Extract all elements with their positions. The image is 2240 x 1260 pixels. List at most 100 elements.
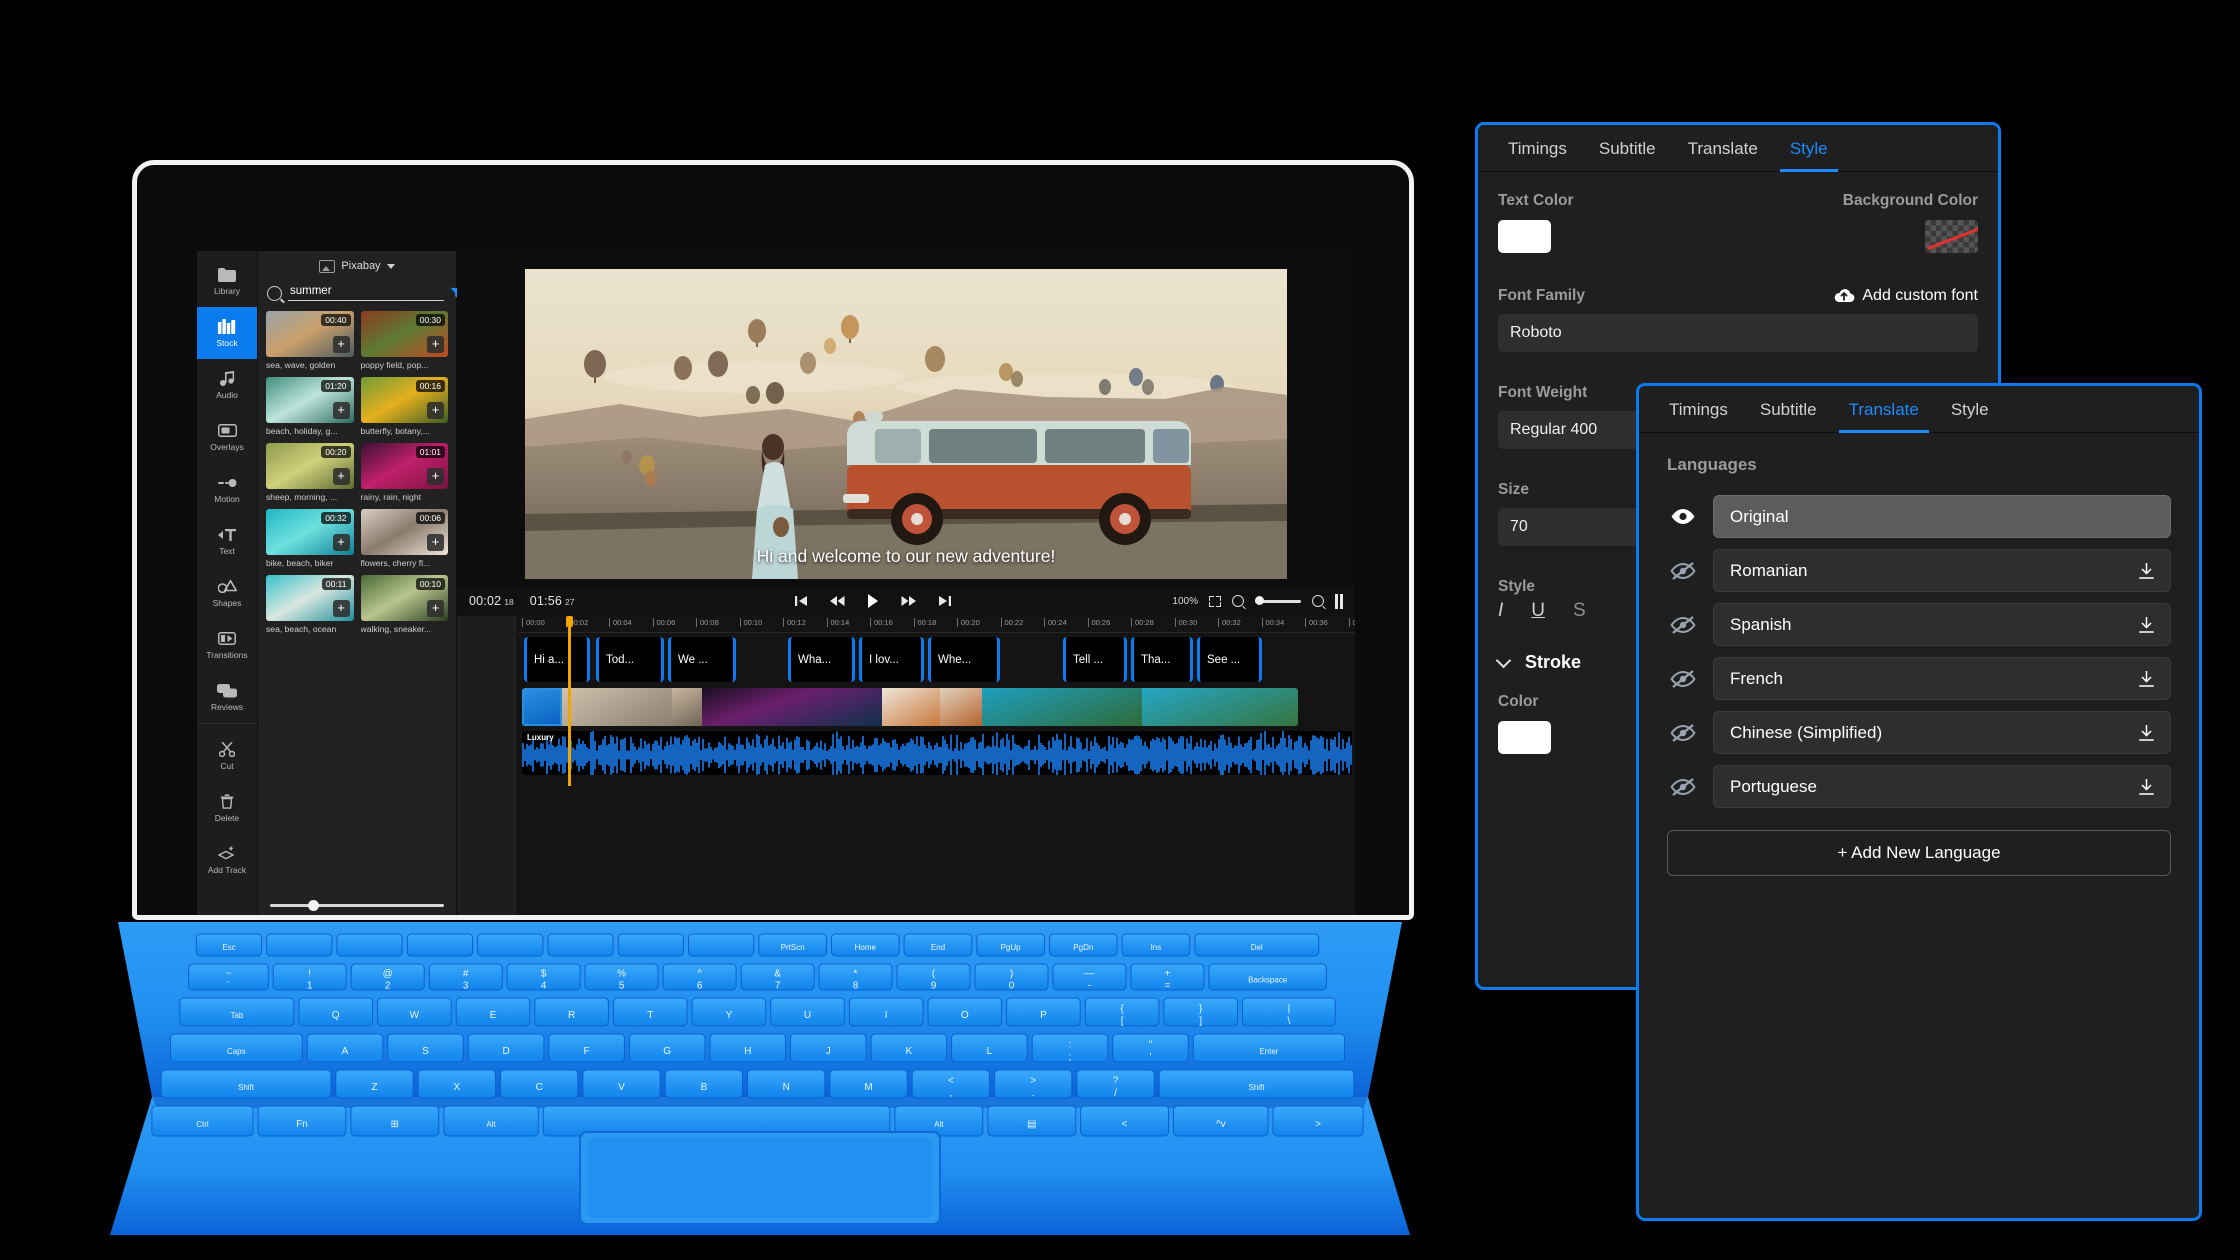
strikethrough-button[interactable]: S <box>1573 600 1586 622</box>
language-pill[interactable]: Spanish <box>1713 603 2171 646</box>
fit-screen-icon[interactable] <box>1209 595 1221 607</box>
rail-item-reviews[interactable]: Reviews <box>197 671 257 723</box>
translate-panel-tab-timings[interactable]: Timings <box>1653 386 1744 432</box>
add-to-timeline-button[interactable]: + <box>332 600 350 617</box>
slider-knob[interactable] <box>308 900 320 911</box>
download-icon[interactable] <box>2139 778 2154 795</box>
video-clip-segment[interactable] <box>522 688 562 726</box>
style-panel-tab-style[interactable]: Style <box>1774 125 1844 172</box>
video-clip-segment[interactable] <box>672 688 702 726</box>
style-panel-tab-translate[interactable]: Translate <box>1672 125 1774 171</box>
add-to-timeline-button[interactable]: + <box>332 402 350 419</box>
visibility-toggle[interactable] <box>1667 669 1699 688</box>
style-panel-tab-timings[interactable]: Timings <box>1492 125 1583 171</box>
stock-item[interactable]: 00:10 + walking, sneaker... <box>360 575 448 634</box>
timeline-tool-cut[interactable]: Cut <box>197 730 257 782</box>
subtitle-clip[interactable]: See ... <box>1197 637 1262 682</box>
download-icon[interactable] <box>2139 616 2154 633</box>
visibility-toggle[interactable] <box>1667 615 1699 634</box>
translate-panel-tab-translate[interactable]: Translate <box>1833 386 1935 433</box>
zoom-out-icon[interactable] <box>1232 595 1244 607</box>
stock-thumbnail[interactable]: 00:10 + <box>360 575 448 621</box>
rail-item-overlays[interactable]: Overlays <box>197 411 257 463</box>
add-to-timeline-button[interactable]: + <box>427 600 444 617</box>
play-icon[interactable] <box>867 594 879 608</box>
subtitle-clip[interactable]: We ... <box>668 637 736 682</box>
stock-item[interactable]: 00:16 + butterfly, botany,... <box>360 377 448 436</box>
stock-source-selector[interactable]: Pixabay <box>258 251 456 281</box>
visibility-toggle[interactable] <box>1667 723 1699 742</box>
eye-hidden-icon[interactable] <box>1670 615 1696 634</box>
stock-item[interactable]: 01:20 + beach, holiday, g... <box>266 377 354 436</box>
style-panel-tab-subtitle[interactable]: Subtitle <box>1583 125 1672 171</box>
stock-thumbnail[interactable]: 00:16 + <box>360 377 448 423</box>
eye-hidden-icon[interactable] <box>1670 669 1696 688</box>
subtitle-track[interactable]: Hi a... Tod... We ... Wha... I lov... Whe... T… <box>518 637 1355 682</box>
stock-thumbnail[interactable]: 00:06 + <box>360 509 448 555</box>
subtitle-clip[interactable]: Hi a... <box>524 637 590 682</box>
stock-thumbnail[interactable]: 01:01 + <box>360 443 448 489</box>
italic-button[interactable]: I <box>1498 600 1503 622</box>
audio-track[interactable]: Luxury <box>522 731 1352 775</box>
rail-item-audio[interactable]: Audio <box>197 359 257 411</box>
timeline-zoom-slider[interactable] <box>1255 596 1301 605</box>
video-clip-segment[interactable] <box>982 688 1142 726</box>
translate-panel-tab-style[interactable]: Style <box>1935 386 2005 432</box>
video-clip-segment[interactable] <box>1142 688 1298 726</box>
video-clip-segment[interactable] <box>882 688 940 726</box>
timeline-body[interactable]: 00:00 00:02 00:04 00:06 00:08 00:10 00:12 00:14… <box>518 616 1355 915</box>
stock-thumbnail[interactable]: 00:20 + <box>266 443 354 489</box>
stock-thumbnail[interactable]: 00:30 + <box>360 311 448 357</box>
eye-hidden-icon[interactable] <box>1670 777 1696 796</box>
rewind-icon[interactable] <box>830 595 845 607</box>
add-to-timeline-button[interactable]: + <box>332 534 350 551</box>
stock-thumbnail[interactable]: 00:40 + <box>266 311 354 357</box>
stock-item[interactable]: 00:30 + poppy field, pop... <box>360 311 448 370</box>
rail-item-text[interactable]: Text <box>197 515 257 567</box>
add-to-timeline-button[interactable]: + <box>332 336 350 353</box>
underline-button[interactable]: U <box>1531 600 1545 622</box>
rail-item-library[interactable]: Library <box>197 255 257 307</box>
pause-icon[interactable] <box>1335 593 1343 609</box>
rail-item-transitions[interactable]: Transitions <box>197 619 257 671</box>
subtitle-clip[interactable]: Tod... <box>596 637 664 682</box>
video-clip-segment[interactable] <box>702 688 882 726</box>
skip-to-end-icon[interactable] <box>938 595 952 607</box>
zoom-slider-knob[interactable] <box>1255 596 1264 605</box>
language-pill[interactable]: French <box>1713 657 2171 700</box>
stock-item[interactable]: 01:01 + rainy, rain, night <box>360 443 448 502</box>
timeline-tool-add-track[interactable]: Add Track <box>197 834 257 886</box>
timeline-tool-delete[interactable]: Delete <box>197 782 257 834</box>
stroke-color-swatch[interactable] <box>1498 721 1551 754</box>
timeline-ruler[interactable]: 00:00 00:02 00:04 00:06 00:08 00:10 00:12 00:14… <box>518 616 1355 633</box>
rail-item-motion[interactable]: Motion <box>197 463 257 515</box>
stock-item[interactable]: 00:20 + sheep, morning, ... <box>266 443 354 502</box>
video-track[interactable] <box>522 688 1298 726</box>
language-pill[interactable]: Romanian <box>1713 549 2171 592</box>
add-to-timeline-button[interactable]: + <box>427 336 444 353</box>
rail-item-shapes[interactable]: Shapes <box>197 567 257 619</box>
language-pill[interactable]: Chinese (Simplified) <box>1713 711 2171 754</box>
stock-thumbnail[interactable]: 00:32 + <box>266 509 354 555</box>
subtitle-clip[interactable]: Wha... <box>788 637 855 682</box>
download-icon[interactable] <box>2139 562 2154 579</box>
font-family-select[interactable]: Roboto <box>1498 314 1978 352</box>
subtitle-clip[interactable]: I lov... <box>859 637 924 682</box>
skip-to-start-icon[interactable] <box>795 595 808 607</box>
language-pill[interactable]: Portuguese <box>1713 765 2171 808</box>
eye-visible-icon[interactable] <box>1670 508 1696 525</box>
stock-thumbnail[interactable]: 00:11 + <box>266 575 354 621</box>
video-clip-segment[interactable] <box>940 688 982 726</box>
add-new-language-button[interactable]: + Add New Language <box>1667 830 2171 876</box>
eye-hidden-icon[interactable] <box>1670 561 1696 580</box>
download-icon[interactable] <box>2139 670 2154 687</box>
visibility-toggle[interactable] <box>1667 561 1699 580</box>
fast-forward-icon[interactable] <box>901 595 917 607</box>
playhead[interactable] <box>568 616 571 786</box>
add-to-timeline-button[interactable]: + <box>427 402 444 419</box>
search-input[interactable] <box>288 285 444 301</box>
video-clip-segment[interactable] <box>562 688 672 726</box>
subtitle-clip[interactable]: Tha... <box>1131 637 1193 682</box>
rail-item-stock[interactable]: Stock <box>197 307 257 359</box>
eye-hidden-icon[interactable] <box>1670 723 1696 742</box>
